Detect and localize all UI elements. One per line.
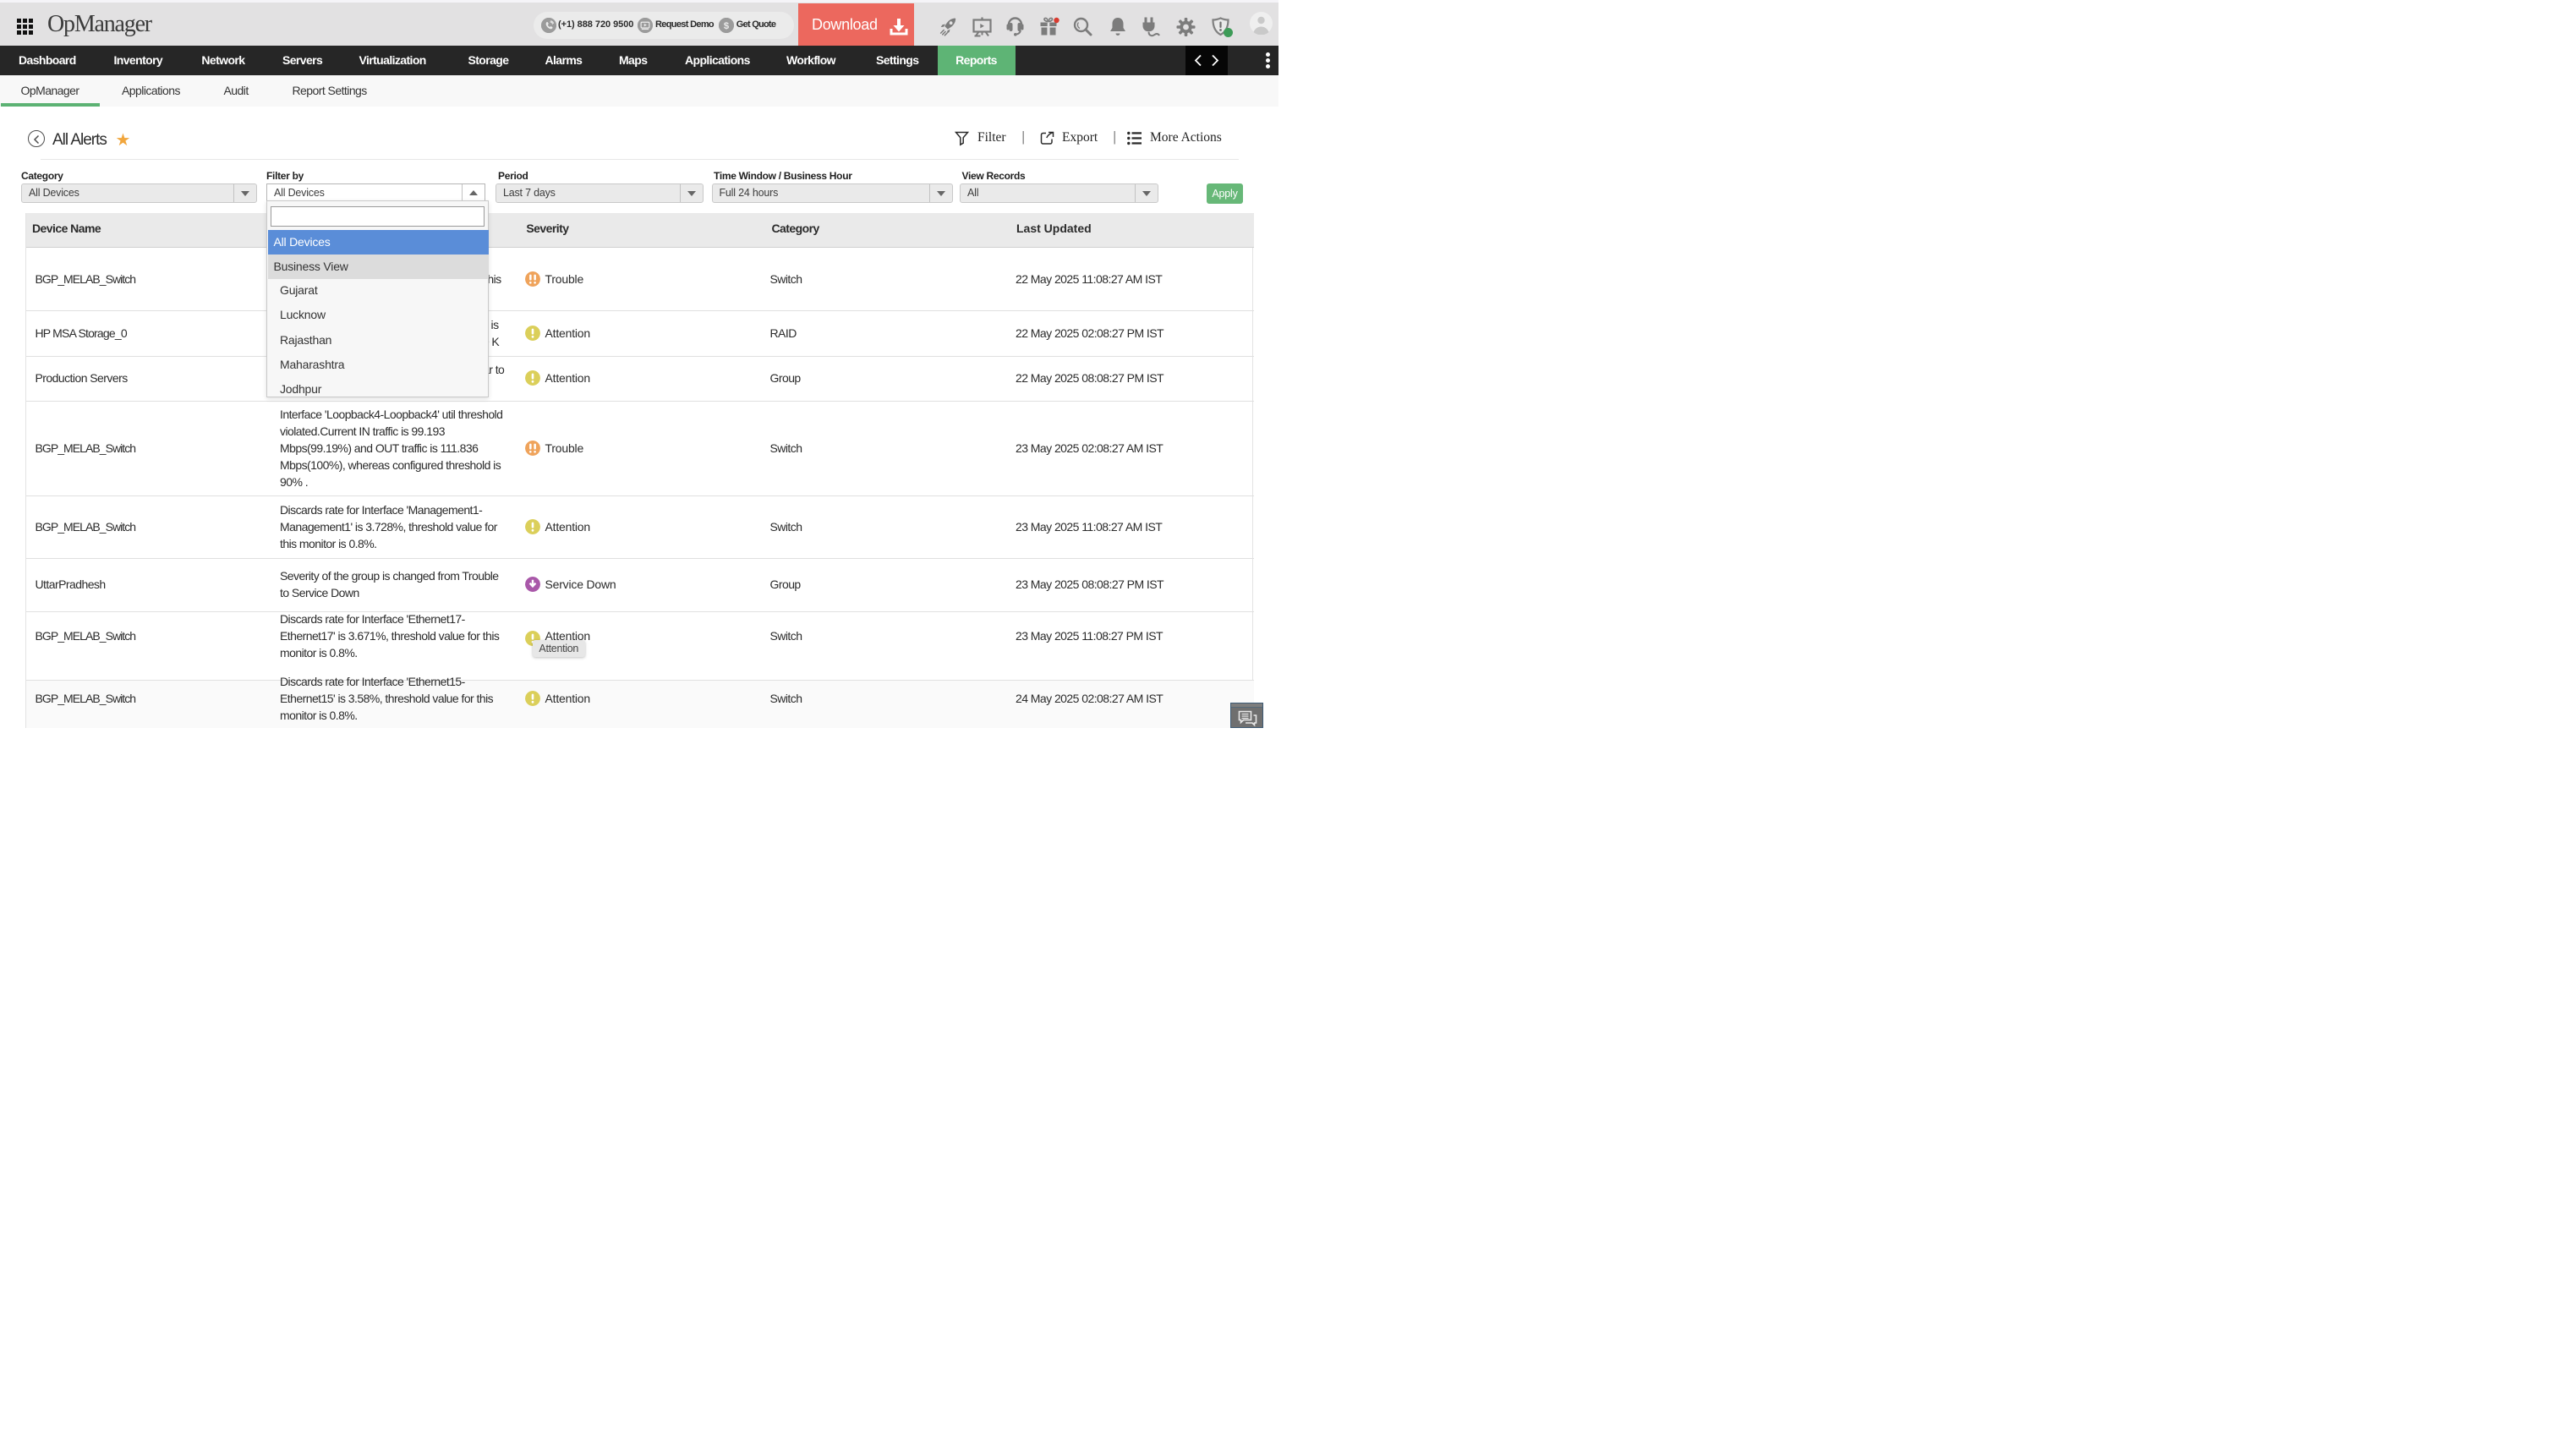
svg-text:$: $ bbox=[724, 21, 730, 31]
